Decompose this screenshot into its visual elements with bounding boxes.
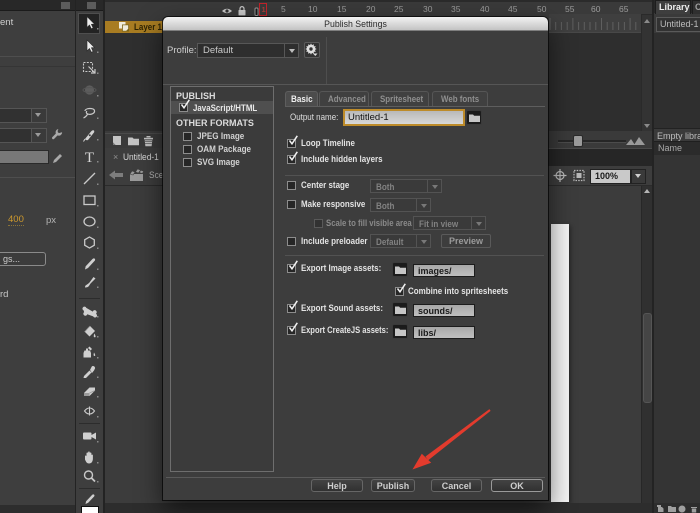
svg-text:T: T: [85, 150, 94, 166]
